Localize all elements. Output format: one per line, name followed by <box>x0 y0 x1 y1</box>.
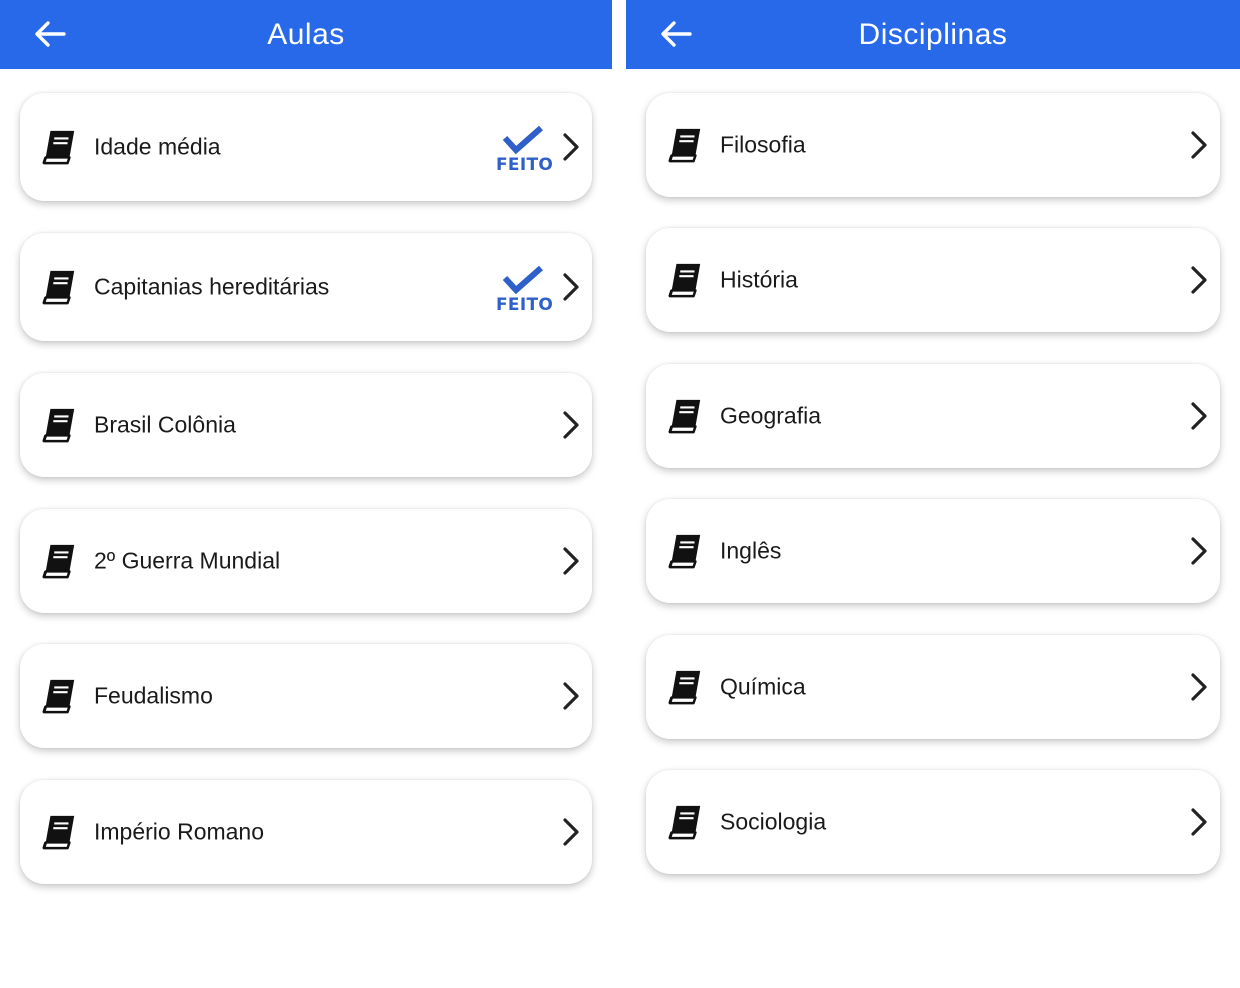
list-item-filosofia[interactable]: Filosofia <box>646 93 1220 197</box>
list-item-geografia[interactable]: Geografia <box>646 364 1220 468</box>
done-badge-text: FEITO <box>496 155 554 175</box>
item-label: Brasil Colônia <box>94 411 236 438</box>
aulas-screen: Aulas Idade média FEITO Capitanias hered… <box>0 0 612 904</box>
item-label: Inglês <box>720 537 782 564</box>
page-title: Disciplinas <box>858 17 1008 51</box>
book-icon <box>668 534 701 569</box>
checkmark-icon <box>502 265 543 295</box>
item-label: Idade média <box>94 133 221 160</box>
chevron-right-icon <box>1191 266 1207 294</box>
app-bar: Aulas <box>0 0 612 69</box>
arrow-left-icon <box>661 21 692 47</box>
item-label: Química <box>720 673 806 700</box>
book-icon <box>668 670 701 705</box>
book-icon <box>42 544 75 579</box>
item-label: 2º Guerra Mundial <box>94 547 281 574</box>
chevron-right-icon <box>563 682 579 710</box>
list-item-imperio-romano[interactable]: Império Romano <box>20 780 592 884</box>
chevron-right-icon <box>1191 673 1207 701</box>
book-icon <box>668 263 701 298</box>
chevron-right-icon <box>563 547 579 575</box>
done-badge-text: FEITO <box>496 295 554 315</box>
checkmark-icon <box>502 125 543 155</box>
list-item-brasil-colonia[interactable]: Brasil Colônia <box>20 373 592 477</box>
chevron-right-icon <box>1191 808 1207 836</box>
chevron-right-icon <box>563 273 579 301</box>
item-label: Filosofia <box>720 131 806 158</box>
chevron-right-icon <box>1191 537 1207 565</box>
book-icon <box>668 805 701 840</box>
chevron-right-icon <box>1191 131 1207 159</box>
item-label: História <box>720 266 798 293</box>
disciplinas-screen: Disciplinas Filosofia História Geografia… <box>626 0 1240 904</box>
book-icon <box>42 270 75 305</box>
book-icon <box>42 679 75 714</box>
list-item-capitanias-hereditarias[interactable]: Capitanias hereditárias FEITO <box>20 233 592 341</box>
book-icon <box>42 408 75 443</box>
list-item-feudalismo[interactable]: Feudalismo <box>20 644 592 748</box>
list-item-2-guerra-mundial[interactable]: 2º Guerra Mundial <box>20 509 592 613</box>
chevron-right-icon <box>1191 402 1207 430</box>
list-item-historia[interactable]: História <box>646 228 1220 332</box>
item-label: Capitanias hereditárias <box>94 273 330 300</box>
list-item-quimica[interactable]: Química <box>646 635 1220 739</box>
page-title: Aulas <box>267 17 345 51</box>
chevron-right-icon <box>563 133 579 161</box>
chevron-right-icon <box>563 818 579 846</box>
item-label: Sociologia <box>720 808 827 835</box>
done-badge: FEITO <box>496 265 554 315</box>
list-item-idade-media[interactable]: Idade média FEITO <box>20 93 592 201</box>
arrow-left-icon <box>35 21 66 47</box>
book-icon <box>42 815 75 850</box>
book-icon <box>42 130 75 165</box>
back-button[interactable] <box>656 16 696 52</box>
screen-divider <box>612 0 626 904</box>
done-badge: FEITO <box>496 125 554 175</box>
list-item-ingles[interactable]: Inglês <box>646 499 1220 603</box>
chevron-right-icon <box>563 411 579 439</box>
app-bar: Disciplinas <box>626 0 1240 69</box>
item-label: Geografia <box>720 402 822 429</box>
list-item-sociologia[interactable]: Sociologia <box>646 770 1220 874</box>
item-label: Império Romano <box>94 818 265 845</box>
book-icon <box>668 399 701 434</box>
back-button[interactable] <box>30 16 70 52</box>
item-label: Feudalismo <box>94 682 213 709</box>
book-icon <box>668 128 701 163</box>
